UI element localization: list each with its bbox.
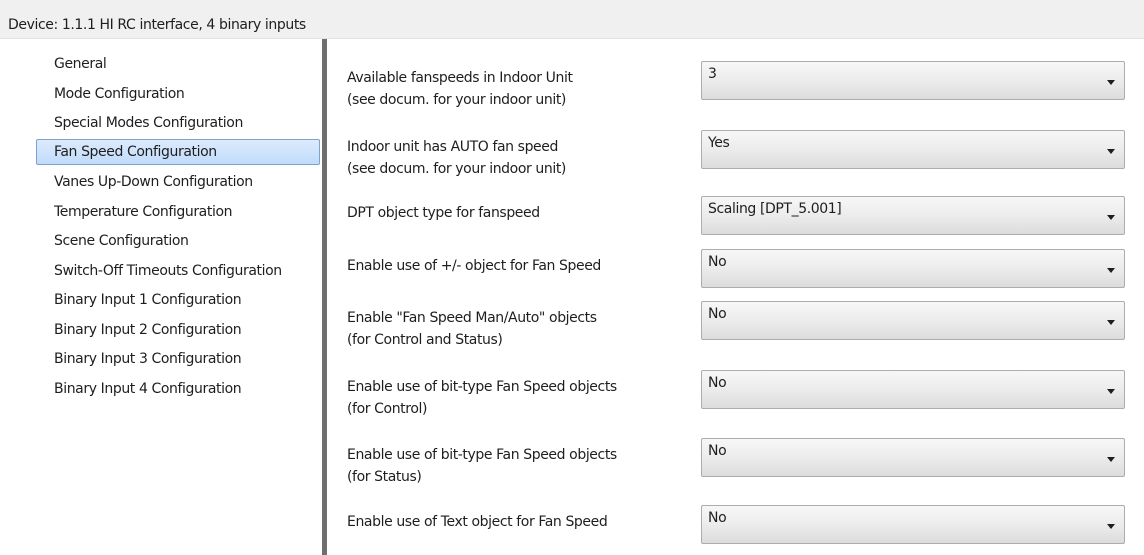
select-value: No: [708, 254, 727, 270]
sidebar: General Mode Configuration Special Modes…: [0, 39, 322, 555]
select-value: Scaling [DPT_5.001]: [708, 201, 842, 217]
sidebar-item-temperature-configuration[interactable]: Temperature Configuration: [36, 199, 320, 225]
param-label-available-fanspeeds: Available fanspeeds in Indoor Unit (see …: [347, 70, 573, 108]
available-fanspeeds-select[interactable]: 3: [701, 61, 1125, 100]
sidebar-item-binary-input-1-configuration[interactable]: Binary Input 1 Configuration: [36, 287, 320, 313]
param-label-dpt-object-type: DPT object type for fanspeed: [347, 205, 540, 221]
chevron-down-icon: [1107, 268, 1115, 273]
chevron-down-icon: [1107, 149, 1115, 154]
param-label-auto-fan-speed: Indoor unit has AUTO fan speed (see docu…: [347, 139, 566, 177]
chevron-down-icon: [1107, 389, 1115, 394]
param-label-bit-type-control: Enable use of bit-type Fan Speed objects…: [347, 379, 617, 417]
chevron-down-icon: [1107, 215, 1115, 220]
param-label-plus-minus-object: Enable use of +/- object for Fan Speed: [347, 258, 601, 274]
select-value: No: [708, 443, 727, 459]
select-value: No: [708, 510, 727, 526]
sidebar-item-mode-configuration[interactable]: Mode Configuration: [36, 81, 320, 107]
sidebar-item-binary-input-2-configuration[interactable]: Binary Input 2 Configuration: [36, 317, 320, 343]
sidebar-item-binary-input-4-configuration[interactable]: Binary Input 4 Configuration: [36, 376, 320, 402]
chevron-down-icon: [1107, 80, 1115, 85]
sidebar-item-fan-speed-configuration[interactable]: Fan Speed Configuration: [36, 139, 320, 165]
parameter-panel: Available fanspeeds in Indoor Unit (see …: [327, 39, 1144, 555]
bit-type-control-select[interactable]: No: [701, 370, 1125, 409]
sidebar-item-binary-input-3-configuration[interactable]: Binary Input 3 Configuration: [36, 346, 320, 372]
text-object-select[interactable]: No: [701, 505, 1125, 544]
sidebar-item-vanes-up-down-configuration[interactable]: Vanes Up-Down Configuration: [36, 169, 320, 195]
plus-minus-object-select[interactable]: No: [701, 249, 1125, 288]
param-label-man-auto-objects: Enable "Fan Speed Man/Auto" objects (for…: [347, 310, 597, 348]
bit-type-status-select[interactable]: No: [701, 438, 1125, 477]
sidebar-item-switch-off-timeouts-configuration[interactable]: Switch-Off Timeouts Configuration: [36, 258, 320, 284]
chevron-down-icon: [1107, 524, 1115, 529]
select-value: Yes: [708, 135, 730, 151]
select-value: 3: [708, 66, 717, 82]
window-titlebar: Device: 1.1.1 HI RC interface, 4 binary …: [0, 0, 1144, 39]
param-label-text-object: Enable use of Text object for Fan Speed: [347, 514, 608, 530]
chevron-down-icon: [1107, 457, 1115, 462]
select-value: No: [708, 375, 727, 391]
dpt-object-type-select[interactable]: Scaling [DPT_5.001]: [701, 196, 1125, 235]
chevron-down-icon: [1107, 320, 1115, 325]
sidebar-item-general[interactable]: General: [36, 51, 320, 77]
param-label-bit-type-status: Enable use of bit-type Fan Speed objects…: [347, 447, 617, 485]
sidebar-item-scene-configuration[interactable]: Scene Configuration: [36, 228, 320, 254]
man-auto-objects-select[interactable]: No: [701, 301, 1125, 340]
select-value: No: [708, 306, 727, 322]
window-title: Device: 1.1.1 HI RC interface, 4 binary …: [8, 17, 306, 33]
auto-fan-speed-select[interactable]: Yes: [701, 130, 1125, 169]
sidebar-item-special-modes-configuration[interactable]: Special Modes Configuration: [36, 110, 320, 136]
